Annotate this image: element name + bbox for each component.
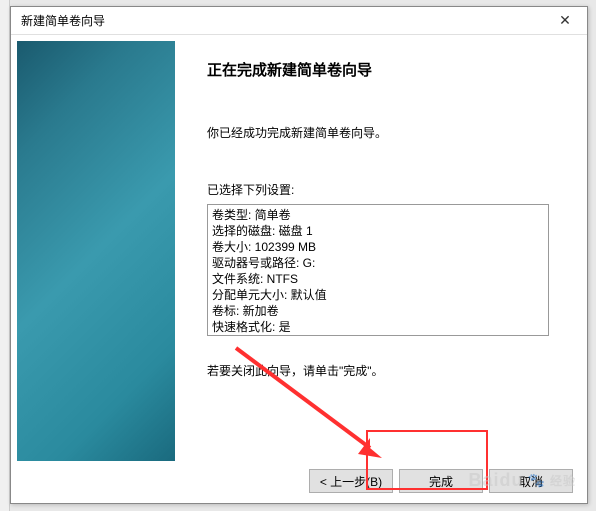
- setting-label: 卷标: 新加卷: [212, 304, 279, 318]
- close-icon: ✕: [559, 12, 571, 29]
- cancel-button[interactable]: 取消: [489, 469, 573, 493]
- setting-quickformat: 快速格式化: 是: [212, 320, 291, 334]
- settings-listbox[interactable]: 卷类型: 简单卷 选择的磁盘: 磁盘 1 卷大小: 102399 MB 驱动器号…: [207, 204, 549, 336]
- setting-size: 卷大小: 102399 MB: [212, 240, 316, 254]
- wizard-dialog: 新建简单卷向导 ✕ 正在完成新建简单卷向导 你已经成功完成新建简单卷向导。 已选…: [10, 6, 588, 504]
- dialog-body: 正在完成新建简单卷向导 你已经成功完成新建简单卷向导。 已选择下列设置: 卷类型…: [11, 35, 587, 455]
- setting-drive-letter: 驱动器号或路径: G:: [212, 256, 315, 270]
- button-row: < 上一步(B) 完成 取消: [309, 469, 573, 493]
- finish-button[interactable]: 完成: [399, 469, 483, 493]
- titlebar: 新建简单卷向导 ✕: [11, 7, 587, 35]
- close-button[interactable]: ✕: [543, 7, 587, 35]
- back-button[interactable]: < 上一步(B): [309, 469, 393, 493]
- wizard-sidebar-image: [17, 41, 175, 461]
- setting-allocation: 分配单元大小: 默认值: [212, 288, 327, 302]
- wizard-content: 正在完成新建简单卷向导 你已经成功完成新建简单卷向导。 已选择下列设置: 卷类型…: [175, 35, 587, 455]
- setting-filesystem: 文件系统: NTFS: [212, 272, 298, 286]
- page-heading: 正在完成新建简单卷向导: [207, 59, 565, 80]
- window-title: 新建简单卷向导: [21, 12, 105, 29]
- settings-label: 已选择下列设置:: [207, 181, 565, 198]
- intro-text: 你已经成功完成新建简单卷向导。: [207, 124, 565, 141]
- setting-volume-type: 卷类型: 简单卷: [212, 208, 291, 222]
- background-edge: [0, 0, 10, 511]
- close-hint-text: 若要关闭此向导，请单击"完成"。: [207, 362, 565, 379]
- setting-disk: 选择的磁盘: 磁盘 1: [212, 224, 313, 238]
